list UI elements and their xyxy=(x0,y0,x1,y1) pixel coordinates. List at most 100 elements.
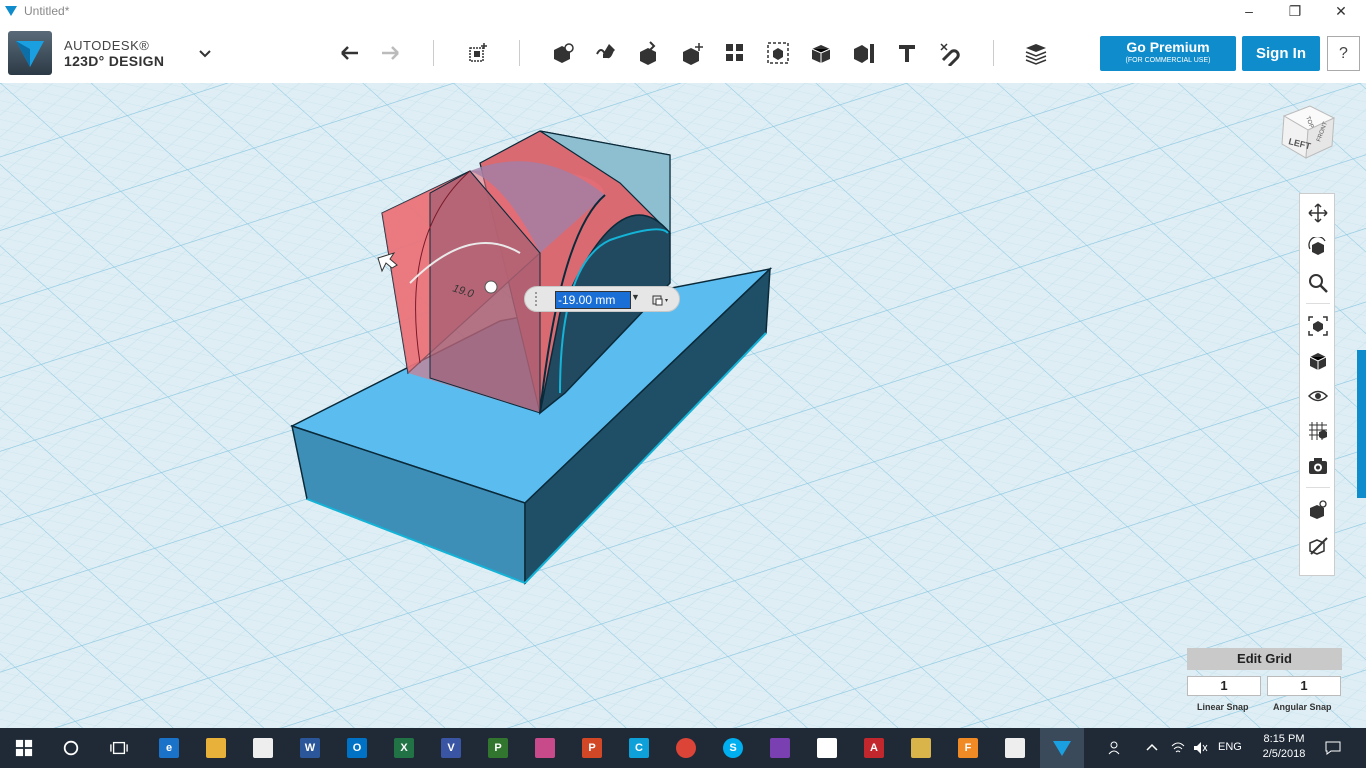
scene-canvas[interactable]: 19.0 xyxy=(0,83,1366,728)
undo-button[interactable] xyxy=(334,38,364,68)
grid-icon xyxy=(1309,422,1327,440)
people-icon[interactable] xyxy=(1108,740,1124,756)
clock[interactable]: 8:15 PM 2/5/2018 xyxy=(1258,732,1310,762)
taskbar-paint[interactable] xyxy=(531,734,559,762)
primitives-button[interactable] xyxy=(548,38,578,68)
clock-time: 8:15 PM xyxy=(1263,733,1305,745)
material-icon xyxy=(1310,500,1327,519)
taskbar-explorer[interactable] xyxy=(202,734,230,762)
eye-icon xyxy=(1307,390,1329,402)
taskbar-123d-design[interactable] xyxy=(1040,728,1084,768)
materials-button[interactable] xyxy=(1021,38,1051,68)
material-view-button[interactable] xyxy=(1305,497,1331,523)
maximize-button[interactable]: ❐ xyxy=(1272,0,1318,22)
taskbar-visio[interactable]: V xyxy=(437,734,465,762)
taskbar-project[interactable]: P xyxy=(484,734,512,762)
taskbar-app-gear[interactable] xyxy=(1001,734,1029,762)
pattern-button[interactable] xyxy=(720,38,750,68)
app-menu-logo[interactable] xyxy=(8,31,52,75)
minimize-button[interactable]: – xyxy=(1226,0,1272,22)
help-button[interactable]: ? xyxy=(1327,36,1360,71)
screenshot-button[interactable] xyxy=(1305,453,1331,479)
zoom-button[interactable] xyxy=(1305,270,1331,296)
modify-button[interactable] xyxy=(677,38,707,68)
taskbar-skype[interactable]: S xyxy=(719,734,747,762)
grouping-button[interactable] xyxy=(763,38,793,68)
sign-in-button[interactable]: Sign In xyxy=(1242,36,1320,71)
sketch-button[interactable] xyxy=(591,38,621,68)
dimension-dropdown-icon[interactable]: ▼ xyxy=(631,292,640,302)
taskbar-app-box[interactable] xyxy=(813,734,841,762)
transform-button[interactable] xyxy=(463,38,493,68)
measure-button[interactable] xyxy=(849,38,879,68)
excel-icon: X xyxy=(394,738,414,758)
language-indicator[interactable]: ENG xyxy=(1218,741,1242,753)
view-cube[interactable]: LEFT FRONT TOP xyxy=(1276,100,1338,162)
dimension-input-box[interactable]: ▼ xyxy=(524,286,680,312)
transform-icon xyxy=(469,43,487,62)
visio-icon: V xyxy=(441,738,461,758)
default-view-button[interactable] xyxy=(1305,348,1331,374)
notification-icon[interactable] xyxy=(1324,740,1342,756)
logo-icon xyxy=(16,41,44,67)
taskbar-app-c[interactable]: C xyxy=(625,734,653,762)
window-title: Untitled* xyxy=(24,4,70,18)
paint-icon xyxy=(535,738,555,758)
orbit-button[interactable] xyxy=(1305,235,1331,261)
combine-icon xyxy=(811,45,831,63)
edit-grid-button[interactable]: Edit Grid xyxy=(1187,648,1342,670)
123d-icon xyxy=(1053,741,1071,756)
taskbar-autocad[interactable]: A xyxy=(860,734,888,762)
chevron-up-icon[interactable] xyxy=(1144,740,1160,756)
outline-view-button[interactable] xyxy=(1305,532,1331,558)
start-button[interactable] xyxy=(10,734,38,762)
go-premium-sublabel: (FOR COMMERCIAL USE) xyxy=(1125,57,1211,64)
grip-handle[interactable] xyxy=(535,292,543,306)
pattern-icon xyxy=(726,44,743,61)
combine-button[interactable] xyxy=(806,38,836,68)
task-view-button[interactable] xyxy=(105,734,133,762)
taskbar-chrome[interactable] xyxy=(672,734,700,762)
close-button[interactable]: ✕ xyxy=(1318,0,1364,22)
go-premium-button[interactable]: Go Premium (FOR COMMERCIAL USE) xyxy=(1100,36,1236,71)
side-panel-toggle[interactable] xyxy=(1357,350,1366,498)
visibility-button[interactable] xyxy=(1305,383,1331,409)
redo-button[interactable] xyxy=(376,38,406,68)
project-icon: P xyxy=(488,738,508,758)
outlook-icon: O xyxy=(347,738,367,758)
angular-snap-label: Angular Snap xyxy=(1273,702,1332,712)
3d-viewport[interactable]: 19.0 ▼ LEFT FRONT TOP xyxy=(0,83,1366,728)
taskbar-word[interactable]: W xyxy=(296,734,324,762)
chevron-down-icon[interactable] xyxy=(196,44,214,62)
taskbar-excel[interactable]: X xyxy=(390,734,418,762)
dimension-field[interactable] xyxy=(555,291,631,309)
taskbar-app-diamond[interactable] xyxy=(766,734,794,762)
text-icon xyxy=(899,45,915,62)
taskbar-fusion[interactable]: F xyxy=(954,734,982,762)
taskbar-edge[interactable]: e xyxy=(155,734,183,762)
palette-icon xyxy=(911,738,931,758)
linear-snap-input[interactable]: 1 xyxy=(1187,676,1261,696)
snap-button[interactable] xyxy=(935,38,965,68)
taskbar-store[interactable] xyxy=(249,734,277,762)
volume-mute-icon[interactable] xyxy=(1192,740,1208,756)
chrome-icon xyxy=(676,738,696,758)
snap-options-icon[interactable] xyxy=(651,292,671,308)
cortana-icon xyxy=(63,740,79,756)
toolbar-divider xyxy=(993,40,994,66)
taskbar-app-palette[interactable] xyxy=(907,734,935,762)
search-button[interactable] xyxy=(57,734,85,762)
angular-snap-input[interactable]: 1 xyxy=(1267,676,1341,696)
taskbar-powerpoint[interactable]: P xyxy=(578,734,606,762)
word-icon: W xyxy=(300,738,320,758)
pan-button[interactable] xyxy=(1305,200,1331,226)
grid-view-button[interactable] xyxy=(1305,418,1331,444)
construct-button[interactable] xyxy=(634,38,664,68)
main-toolbar: AUTODESK® 123D° DESIGN Go Premium (FOR C… xyxy=(0,22,1366,84)
fit-button[interactable] xyxy=(1305,313,1331,339)
rotation-handle[interactable] xyxy=(484,280,498,294)
pan-icon xyxy=(1308,203,1328,223)
taskbar-outlook[interactable]: O xyxy=(343,734,371,762)
wifi-icon[interactable] xyxy=(1170,740,1186,756)
text-button[interactable] xyxy=(892,38,922,68)
